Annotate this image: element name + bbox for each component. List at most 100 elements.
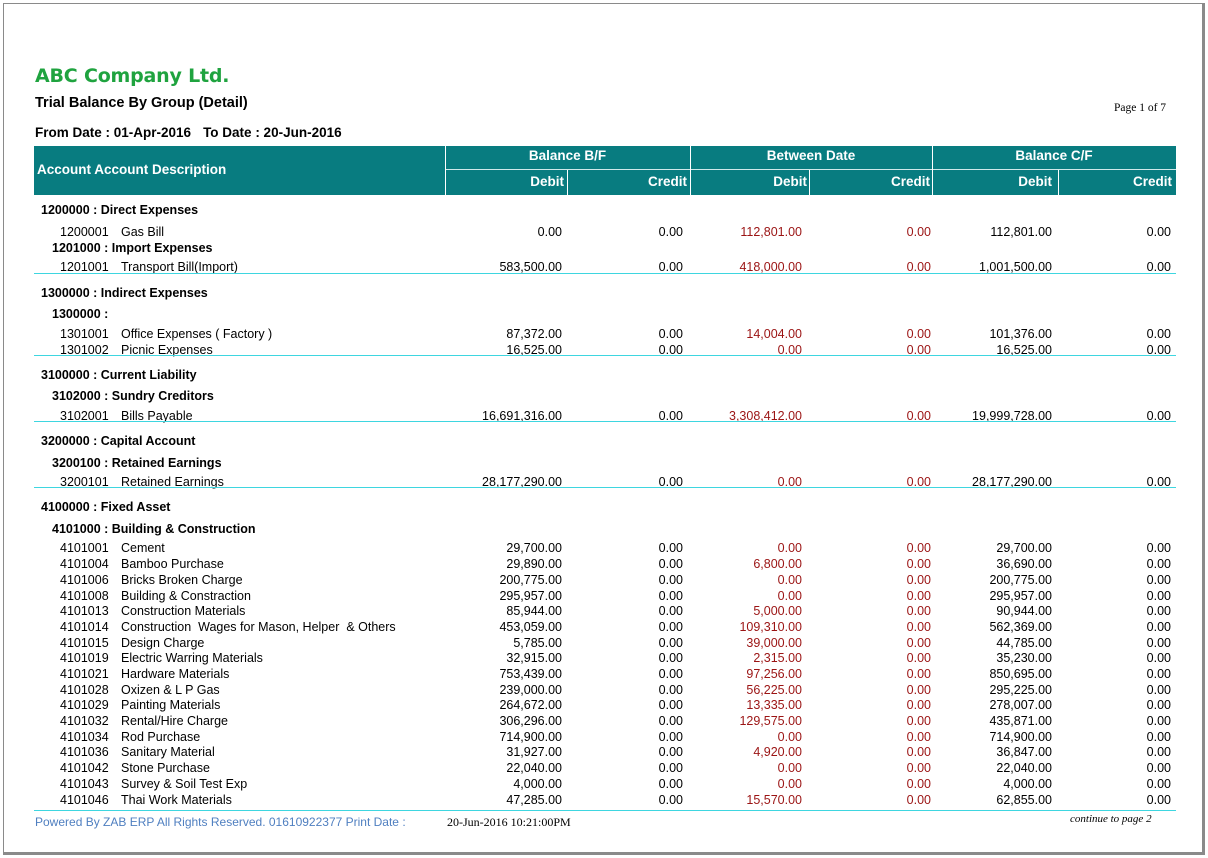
page-number: Page 1 of 7: [1114, 102, 1167, 114]
credit-between-value: 0.00: [906, 714, 931, 728]
credit-cf-value: 0.00: [1146, 589, 1171, 603]
table-header: Account Account Description Balance B/F …: [34, 146, 1176, 195]
account-description: Painting Materials: [121, 698, 221, 712]
footer-print-date: 20-Jun-2016 10:21:00PM: [447, 815, 571, 829]
table-row: 3102001 Bills Payable 16,691,316.00 0.00 3,3…: [4, 409, 1202, 425]
account-description: Cement: [121, 541, 165, 555]
debit-bf-value: 29,700.00: [506, 541, 562, 555]
header-credit-cf: Credit: [1132, 174, 1172, 189]
debit-between-value: 4,920.00: [753, 745, 802, 759]
credit-cf-value: 0.00: [1146, 541, 1171, 555]
subgroup-title: 3200100 : Retained Earnings: [52, 456, 222, 470]
account-code: 4101034: [60, 730, 109, 744]
credit-cf-value: 0.00: [1146, 745, 1171, 759]
account-description: Building & Constraction: [121, 589, 251, 603]
account-code: 1301001: [60, 327, 109, 341]
credit-between-value: 0.00: [906, 260, 931, 274]
credit-between-value: 0.00: [906, 730, 931, 744]
debit-bf-value: 5,785.00: [513, 636, 562, 650]
debit-bf-value: 583,500.00: [499, 260, 562, 274]
header-balance-bf: Balance B/F: [528, 148, 607, 163]
credit-between-value: 0.00: [906, 604, 931, 618]
account-description: Construction Wages for Mason, Helper & O…: [121, 620, 396, 634]
debit-between-value: 0.00: [777, 573, 802, 587]
credit-cf-value: 0.00: [1146, 604, 1171, 618]
table-row: 4101043 Survey & Soil Test Exp 4,000.00 0.0…: [4, 777, 1202, 793]
credit-cf-value: 0.00: [1146, 651, 1171, 665]
debit-between-value: 56,225.00: [746, 683, 802, 697]
debit-between-value: 0.00: [777, 761, 802, 775]
account-description: Stone Purchase: [121, 761, 210, 775]
account-description: Rod Purchase: [121, 730, 201, 744]
credit-cf-value: 0.00: [1146, 225, 1171, 239]
debit-bf-value: 714,900.00: [499, 730, 562, 744]
header-balance-cf: Balance C/F: [1015, 148, 1093, 163]
debit-bf-value: 47,285.00: [506, 793, 562, 807]
table-row: 4101034 Rod Purchase 714,900.00 0.00 0.00 0.0…: [4, 730, 1202, 746]
debit-bf-value: 306,296.00: [499, 714, 562, 728]
header-debit-bf: Debit: [530, 174, 564, 189]
credit-cf-value: 0.00: [1146, 714, 1171, 728]
group-separator: [34, 421, 1176, 422]
debit-bf-value: 85,944.00: [506, 604, 562, 618]
debit-bf-value: 239,000.00: [499, 683, 562, 697]
group-separator: [34, 487, 1176, 488]
table-row: 1301001 Office Expenses ( Factory ) 87,372…: [4, 327, 1202, 343]
account-description: Gas Bill: [121, 225, 165, 239]
table-row: 4101008 Building & Constraction 295,957.00…: [4, 589, 1202, 605]
table-row: 4101032 Rental/Hire Charge 306,296.00 0.00 1…: [4, 714, 1202, 730]
account-description: Bricks Broken Charge: [121, 573, 243, 587]
credit-cf-value: 0.00: [1146, 636, 1171, 650]
debit-between-value: 6,800.00: [753, 557, 802, 571]
debit-bf-value: 29,890.00: [506, 557, 562, 571]
credit-cf-value: 0.00: [1146, 667, 1171, 681]
credit-cf-value: 0.00: [1146, 698, 1171, 712]
credit-between-value: 0.00: [906, 225, 931, 239]
account-code: 4101013: [60, 604, 109, 618]
account-code: 4101014: [60, 620, 109, 634]
account-description: Oxizen & L P Gas: [121, 683, 220, 697]
account-description: Survey & Soil Test Exp: [121, 777, 248, 791]
credit-cf-value: 0.00: [1146, 260, 1171, 274]
debit-between-value: 13,335.00: [746, 698, 802, 712]
debit-bf-value: 753,439.00: [499, 667, 562, 681]
table-row: 4101014 Construction Wages for Mason, Hel…: [4, 620, 1202, 636]
debit-between-value: 0.00: [777, 589, 802, 603]
credit-between-value: 0.00: [906, 620, 931, 634]
debit-bf-value: 22,040.00: [506, 761, 562, 775]
group-title: 3100000 : Current Liability: [41, 368, 197, 382]
account-code: 4101015: [60, 636, 109, 650]
debit-bf-value: 295,957.00: [499, 589, 562, 603]
table-row: 4101028 Oxizen & L P Gas 239,000.00 0.00 56,…: [4, 683, 1202, 699]
header-debit-cf: Debit: [1018, 174, 1052, 189]
header-debit-between: Debit: [773, 174, 807, 189]
debit-between-value: 2,315.00: [753, 651, 802, 665]
debit-bf-value: 200,775.00: [499, 573, 562, 587]
debit-bf-value: 0.00: [537, 225, 562, 239]
group-title: 1300000 : Indirect Expenses: [41, 286, 208, 300]
debit-bf-value: 453,059.00: [499, 620, 562, 634]
table-row: 3200101 Retained Earnings 28,177,290.00 0.0…: [4, 475, 1202, 491]
from-date: From Date : 01-Apr-2016: [35, 125, 192, 140]
credit-cf-value: 0.00: [1146, 761, 1171, 775]
debit-bf-value: 32,915.00: [506, 651, 562, 665]
credit-between-value: 0.00: [906, 761, 931, 775]
table-row: 4101004 Bamboo Purchase 29,890.00 0.00 6,800…: [4, 557, 1202, 573]
credit-between-value: 0.00: [906, 589, 931, 603]
subgroup-title: 1300000 :: [52, 307, 109, 321]
account-code: 4101032: [60, 714, 109, 728]
date-range: From Date : 01-Apr-2016 To Date : 20-Jun-…: [35, 125, 354, 140]
account-code: 4101019: [60, 651, 109, 665]
credit-between-value: 0.00: [906, 541, 931, 555]
table-row: 4101042 Stone Purchase 22,040.00 0.00 0.00 0.…: [4, 761, 1202, 777]
account-code: 4101021: [60, 667, 109, 681]
table-row: 4101019 Electric Warring Materials 32,915.…: [4, 651, 1202, 667]
table-row: 1301002 Picnic Expenses 16,525.00 0.00 0.00 0…: [4, 343, 1202, 359]
subgroup-title: 1201000 : Import Expenses: [52, 241, 213, 255]
debit-bf-value: 4,000.00: [513, 777, 562, 791]
account-code: 1201001: [60, 260, 109, 274]
credit-between-value: 0.00: [906, 745, 931, 759]
subgroup-title: 4101000 : Building & Construction: [52, 522, 256, 536]
account-description: Sanitary Material: [121, 745, 215, 759]
table-row: 4101015 Design Charge 5,785.00 0.00 39,000.0…: [4, 636, 1202, 652]
